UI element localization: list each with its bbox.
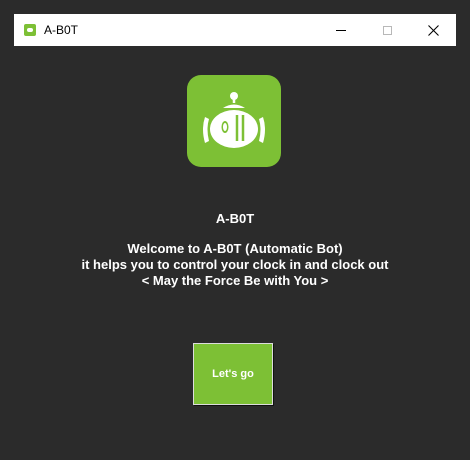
window-controls — [318, 14, 456, 46]
welcome-line: Welcome to A-B0T (Automatic Bot) — [127, 241, 343, 256]
title-bar[interactable]: A-B0T — [14, 14, 456, 46]
welcome-line: it helps you to control your clock in an… — [81, 257, 389, 272]
app-name-heading: A-B0T — [215, 211, 255, 226]
lets-go-button[interactable]: Let's go — [193, 343, 273, 405]
robot-icon — [24, 24, 36, 36]
welcome-line: < May the Force Be with You > — [141, 273, 329, 288]
app-window: A-B0T A-B0T Welcome to A-B0T (Automatic … — [0, 0, 470, 460]
window-title: A-B0T — [44, 23, 79, 37]
maximize-icon[interactable] — [364, 14, 410, 46]
minimize-icon[interactable] — [318, 14, 364, 46]
robot-logo-icon — [187, 75, 281, 167]
close-icon[interactable] — [410, 14, 456, 46]
main-panel: A-B0T Welcome to A-B0T (Automatic Bot) i… — [14, 46, 456, 446]
welcome-message: Welcome to A-B0T (Automatic Bot) it help… — [14, 241, 456, 289]
